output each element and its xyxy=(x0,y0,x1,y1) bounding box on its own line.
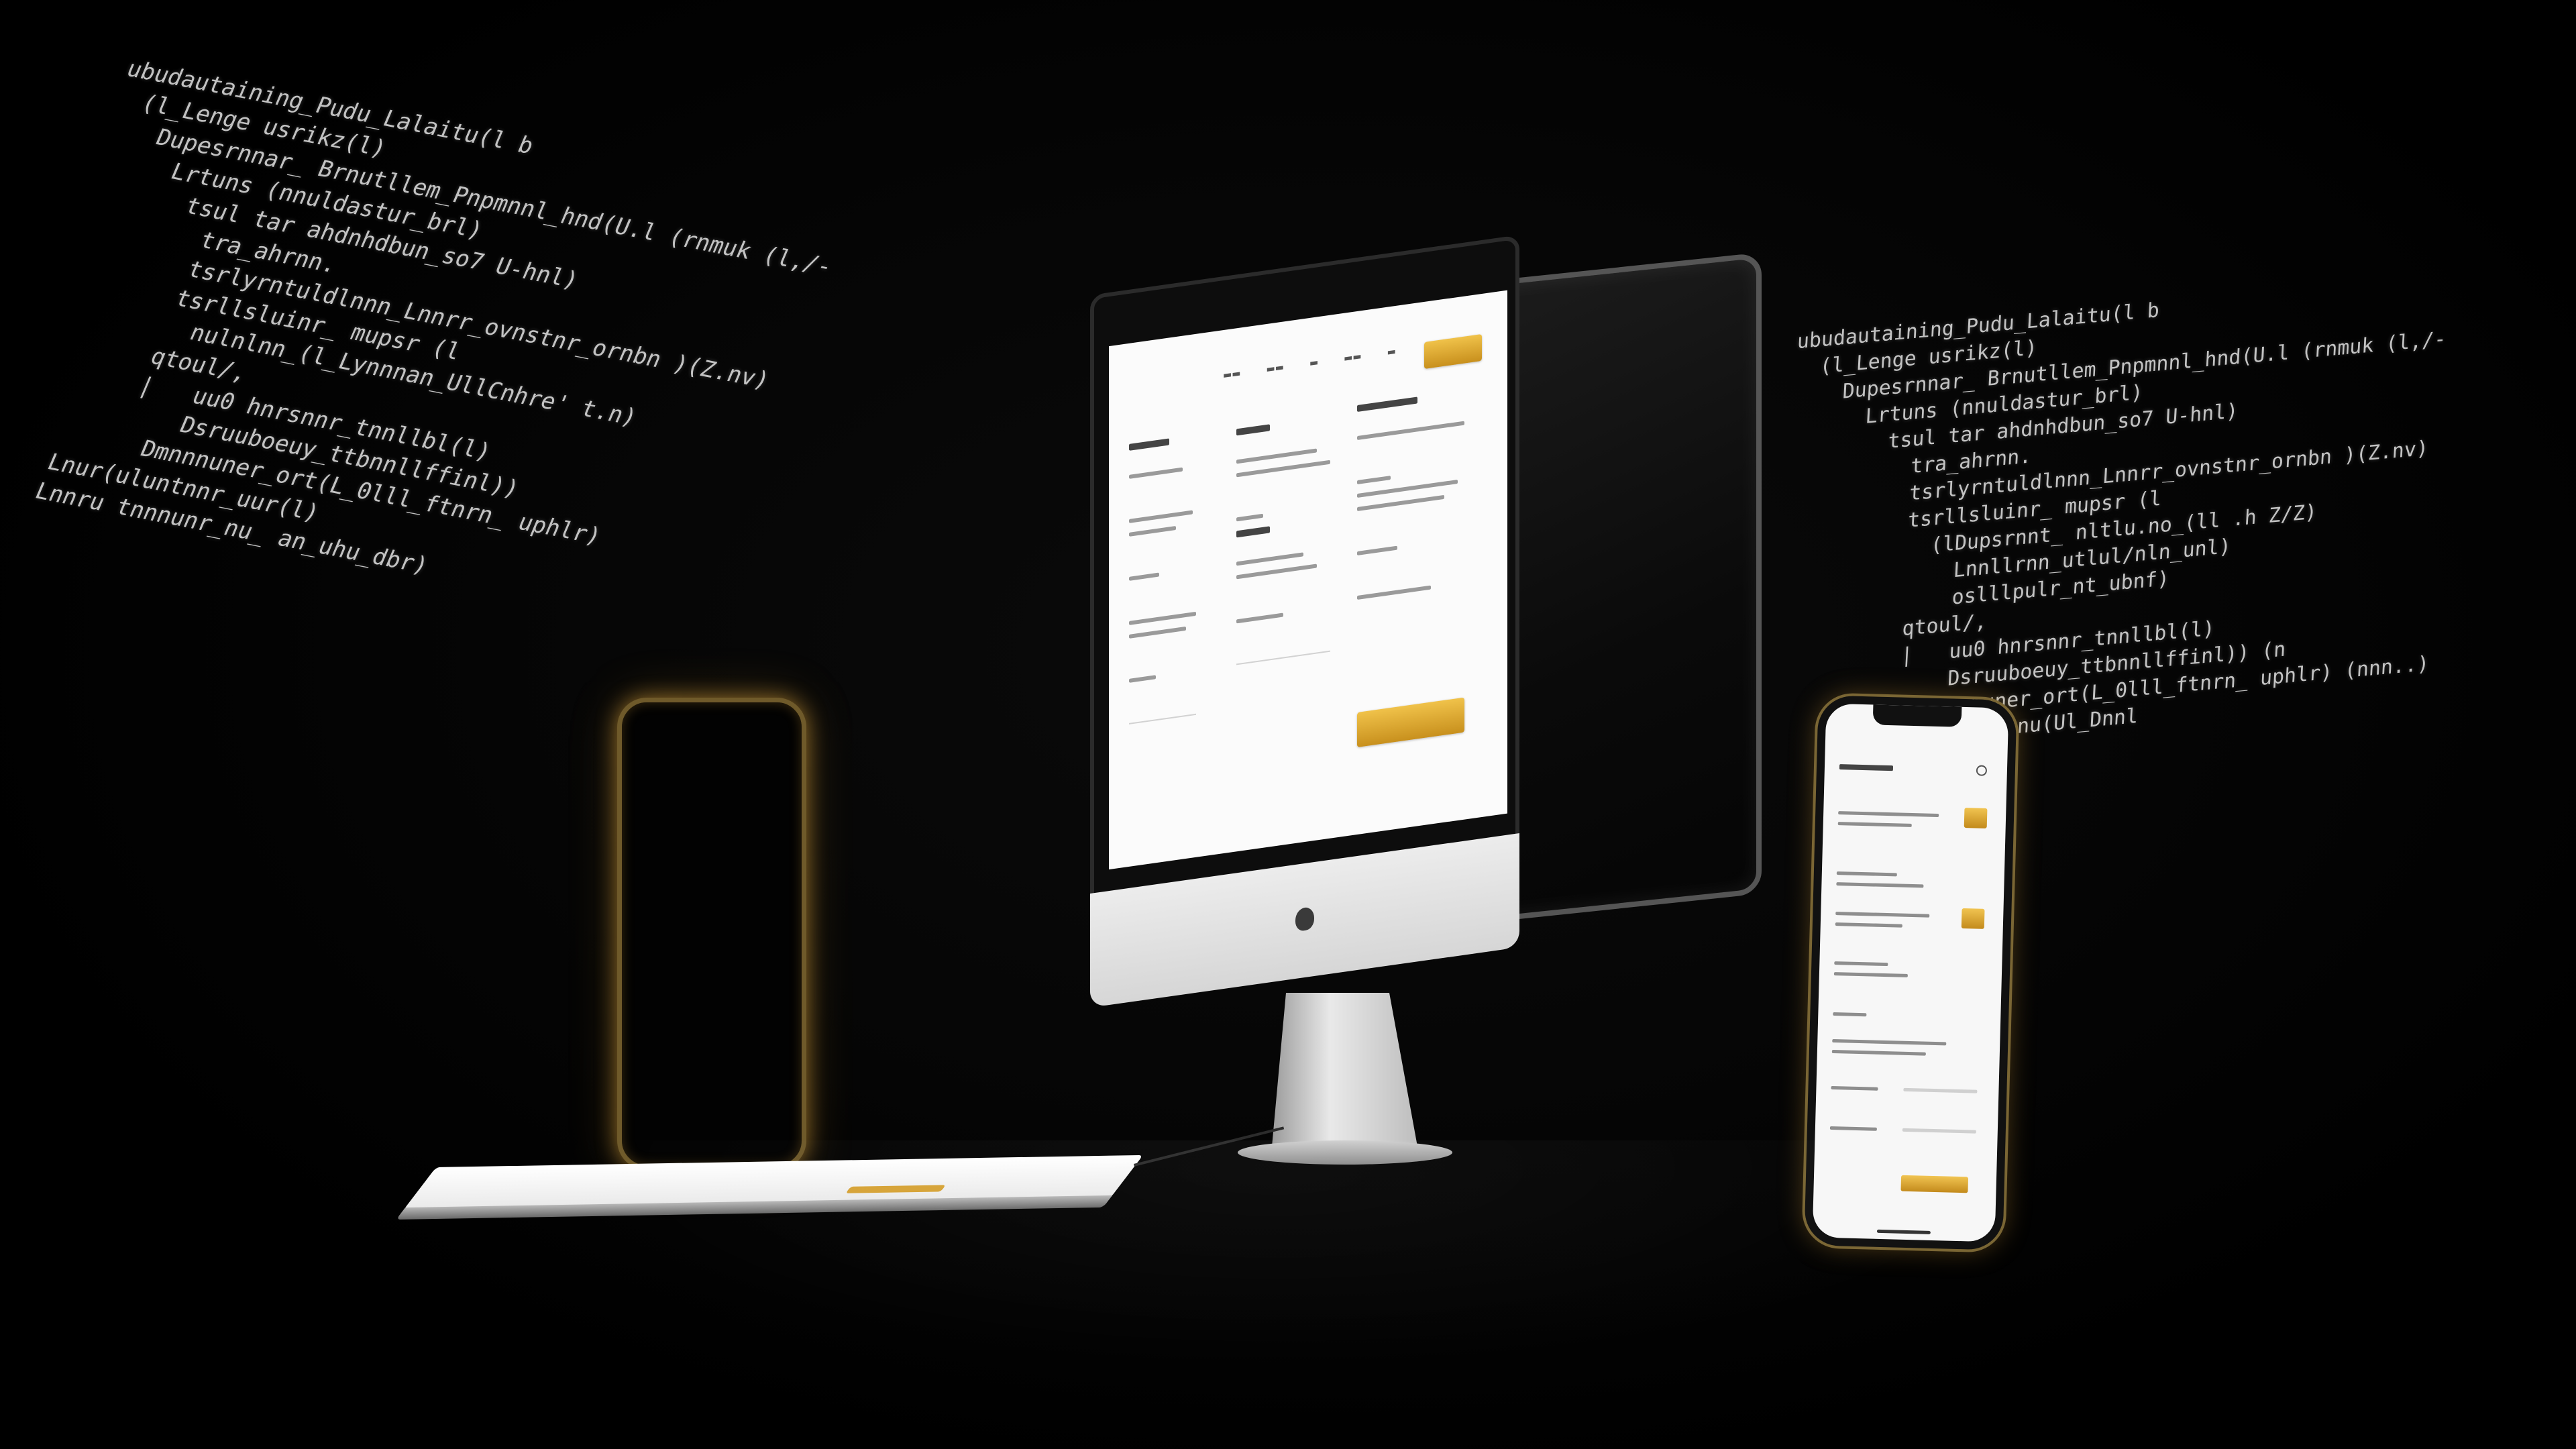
scene: ubudautaining_Pudu_Lalaitu(l b (l_Lenge … xyxy=(0,0,2576,1449)
text-line xyxy=(1831,1085,1878,1091)
website-column-3 xyxy=(1357,389,1471,609)
text-line xyxy=(1832,1038,1947,1046)
phone-header-title xyxy=(1839,764,1894,771)
text-line xyxy=(1129,526,1176,537)
text-line xyxy=(1129,467,1183,479)
text-line xyxy=(1236,564,1317,580)
nav-item[interactable]: ▬ xyxy=(1309,357,1318,369)
nav-item[interactable]: ▬▬ xyxy=(1344,351,1361,364)
imac-screen: ▬▬ ▬▬ ▬ ▬▬ ▬ xyxy=(1109,290,1507,870)
text-line xyxy=(1835,922,1902,928)
column-heading xyxy=(1236,424,1270,436)
code-panel-right: ubudautaining_Pudu_Lalaitu(l b (l_Lenge … xyxy=(1775,272,2449,761)
nav-item[interactable]: ▬▬ xyxy=(1266,362,1283,375)
gold-tag[interactable] xyxy=(1964,808,1988,828)
website-nav: ▬▬ ▬▬ ▬ ▬▬ ▬ xyxy=(1223,346,1396,381)
form-input[interactable] xyxy=(1902,1128,1976,1134)
text-line xyxy=(1837,822,1912,827)
column-heading xyxy=(1236,526,1270,538)
text-line xyxy=(1834,961,1888,967)
imac-device: ▬▬ ▬▬ ▬ ▬▬ ▬ xyxy=(1090,235,1526,1165)
text-line xyxy=(1833,972,1908,977)
website-column-2 xyxy=(1236,415,1337,698)
text-line xyxy=(1236,552,1303,566)
text-line xyxy=(1831,1049,1926,1056)
form-input[interactable] xyxy=(1903,1087,1978,1093)
nav-item[interactable]: ▬ xyxy=(1387,346,1396,358)
text-line xyxy=(1833,1012,1867,1017)
website-submit-button[interactable] xyxy=(1357,697,1464,748)
text-line xyxy=(1357,494,1444,512)
nav-item[interactable]: ▬▬ xyxy=(1223,368,1240,381)
gold-tag[interactable] xyxy=(1961,908,1985,929)
website-header-button[interactable] xyxy=(1424,333,1482,370)
search-icon[interactable] xyxy=(1976,765,1988,776)
website-column-1 xyxy=(1129,433,1203,757)
imac-body: ▬▬ ▬▬ ▬ ▬▬ ▬ xyxy=(1090,235,1519,1020)
text-line xyxy=(1829,1126,1877,1131)
column-heading xyxy=(1129,438,1169,451)
text-line xyxy=(1836,871,1897,877)
column-heading xyxy=(1357,396,1417,413)
text-line xyxy=(1836,882,1924,888)
imac-bezel: ▬▬ ▬▬ ▬ ▬▬ ▬ xyxy=(1090,235,1519,913)
phone-notch xyxy=(1872,704,1962,727)
text-line xyxy=(1236,448,1317,464)
code-panel-left: ubudautaining_Pudu_Lalaitu(l b (l_Lenge … xyxy=(0,54,862,631)
imac-stand xyxy=(1271,993,1419,1154)
text-line xyxy=(1129,626,1186,639)
phone-left-blank xyxy=(617,698,806,1170)
floor-reflection xyxy=(402,1140,2147,1409)
text-line xyxy=(1835,912,1930,918)
text-line xyxy=(1838,811,1939,818)
